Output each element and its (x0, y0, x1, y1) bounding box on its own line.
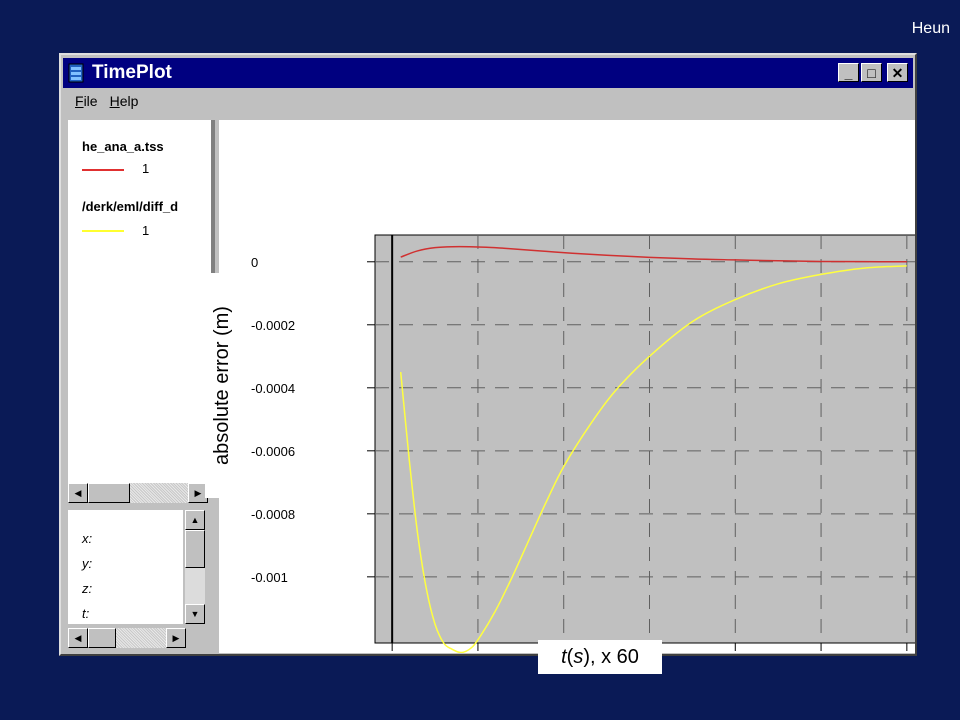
timeplot-app-icon (66, 62, 88, 84)
arrow-right-icon: ▶ (194, 487, 202, 498)
timeplot-window: TimePlot _ □ ✕ File Help he_ana_a.tss 1 … (59, 53, 925, 672)
coord-z-label: z: (82, 581, 93, 596)
y-tick-label: 0 (251, 255, 258, 270)
coord-y-label: y: (82, 556, 93, 571)
coordinate-pane: x: y: z: t: (68, 510, 183, 624)
menu-bar: File Help (75, 93, 138, 109)
x-axis-label-box: t(s), x 60 (538, 640, 662, 674)
scroll-left-button[interactable]: ◀ (68, 628, 88, 648)
y-tick-label: -0.0008 (251, 507, 295, 522)
legend-pane: he_ana_a.tss 1 /derk/eml/diff_d 1 (68, 120, 212, 485)
legend-value: 1 (142, 223, 150, 238)
legend-horizontal-scrollbar[interactable]: ◀ ▶ (68, 483, 208, 503)
window-title: TimePlot (92, 62, 172, 83)
minimize-button[interactable]: _ (838, 63, 859, 82)
y-axis-label: absolute error (m) (210, 306, 233, 465)
arrow-left-icon: ◀ (74, 487, 82, 498)
scroll-thumb[interactable] (88, 483, 130, 503)
legend-value: 1 (142, 161, 150, 176)
y-axis-label-box: absolute error (m) (205, 273, 239, 498)
menu-file[interactable]: File (75, 93, 98, 109)
plot-chart[interactable]: 0-0.0002-0.0004-0.0006-0.0008-0.00101020… (219, 120, 925, 672)
legend-swatch-red (82, 169, 124, 171)
scroll-thumb[interactable] (185, 530, 205, 568)
maximize-icon: □ (867, 64, 876, 81)
scroll-left-button[interactable]: ◀ (68, 483, 88, 503)
arrow-left-icon: ◀ (74, 632, 82, 643)
scroll-down-button[interactable]: ▼ (185, 604, 205, 624)
title-bar[interactable]: TimePlot _ □ ✕ (63, 58, 913, 88)
y-tick-label: -0.0002 (251, 318, 295, 333)
plot-panel[interactable]: 0-0.0002-0.0004-0.0006-0.0008-0.00101020… (219, 120, 925, 672)
coordinate-vertical-scrollbar[interactable]: ▲ ▼ (185, 510, 205, 624)
menu-help[interactable]: Help (110, 93, 139, 109)
scroll-right-button[interactable]: ▶ (166, 628, 186, 648)
arrow-right-icon: ▶ (172, 632, 180, 643)
legend-swatch-yellow (82, 230, 124, 232)
coord-x-label: x: (82, 531, 93, 546)
y-tick-label: -0.0004 (251, 381, 295, 396)
maximize-button[interactable]: □ (861, 63, 882, 82)
scroll-up-button[interactable]: ▲ (185, 510, 205, 530)
y-tick-label: -0.0006 (251, 444, 295, 459)
legend-file-name[interactable]: /derk/eml/diff_d (82, 199, 178, 214)
coord-t-label: t: (82, 606, 90, 621)
close-icon: ✕ (891, 64, 904, 81)
plot-area[interactable] (374, 234, 925, 644)
x-axis-label: t(s), x 60 (561, 645, 639, 668)
arrow-down-icon: ▼ (190, 609, 200, 619)
legend-file-name[interactable]: he_ana_a.tss (82, 139, 164, 154)
close-button[interactable]: ✕ (887, 63, 908, 82)
slide-corner-label: Heun (911, 20, 950, 37)
minimize-icon: _ (844, 64, 853, 81)
arrow-up-icon: ▲ (190, 515, 200, 525)
coordinate-horizontal-scrollbar[interactable]: ◀ ▶ (68, 628, 186, 648)
y-tick-label: -0.001 (251, 570, 288, 585)
scroll-thumb[interactable] (88, 628, 116, 648)
